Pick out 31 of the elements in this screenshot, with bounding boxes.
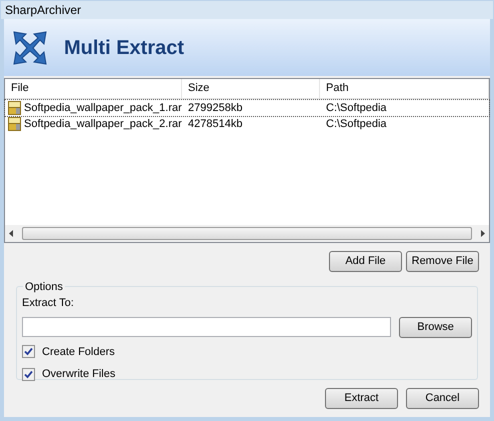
archive-icon	[8, 117, 21, 131]
file-row[interactable]: Softpedia_wallpaper_pack_1.rar 2799258kb C:\Softpedia	[5, 100, 489, 116]
column-header[interactable]: Size	[182, 79, 320, 98]
file-row[interactable]: Softpedia_wallpaper_pack_2.rar 4278514kb C:\Softpedia	[5, 116, 489, 132]
table-cell-text: C:\Softpedia	[325, 116, 388, 132]
browse-button[interactable]: Browse	[399, 316, 472, 338]
column-header[interactable]: Path	[320, 79, 489, 98]
dialog-button[interactable]: Extract	[325, 388, 398, 409]
checkbox[interactable]	[22, 345, 35, 358]
checkbox-label: Create Folders	[42, 344, 115, 360]
field-label: Extract To:	[22, 296, 75, 311]
table-cell-text: C:\Softpedia	[325, 100, 388, 116]
left-arrow-icon[interactable]	[9, 230, 14, 237]
checkbox[interactable]	[22, 368, 35, 381]
table-cell-text: 2799258kb	[187, 100, 244, 116]
archive-icon	[8, 101, 21, 115]
table-cell-text: Softpedia_wallpaper_pack_1.rar	[24, 100, 182, 116]
header-title: Multi Extract	[64, 36, 184, 60]
table-cell-text: Softpedia_wallpaper_pack_2.rar	[24, 116, 182, 132]
table-cell-text: 4278514kb	[187, 116, 244, 132]
extract-to-field[interactable]	[22, 317, 392, 337]
group-title: Options	[23, 279, 65, 296]
window-title: SharpArchiver	[1, 1, 493, 19]
column-header[interactable]: File	[5, 79, 182, 98]
checkbox-label: Overwrite Files	[42, 367, 116, 382]
right-arrow-icon[interactable]	[480, 230, 485, 237]
dialog-button[interactable]: Cancel	[406, 388, 479, 409]
list-button[interactable]: Remove File	[406, 251, 479, 272]
list-button[interactable]: Add File	[329, 251, 402, 272]
horizontal-scrollbar[interactable]	[5, 225, 489, 242]
scroll-thumb[interactable]	[22, 227, 472, 240]
